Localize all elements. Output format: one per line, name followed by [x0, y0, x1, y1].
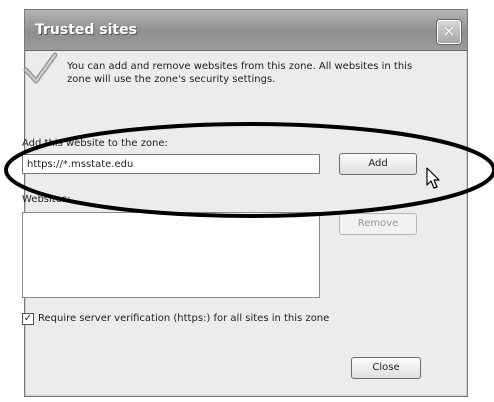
mouse-pointer-icon — [426, 167, 440, 189]
close-button[interactable]: Close — [351, 357, 421, 379]
checkbox-check-icon: ✓ — [23, 313, 33, 324]
title-close-button[interactable]: ✕ — [437, 20, 461, 44]
add-website-label: Add this website to the zone: — [22, 138, 168, 149]
dialog-title: Trusted sites — [35, 22, 137, 38]
title-bar: Trusted sites ✕ — [25, 10, 467, 51]
require-https-checkbox[interactable]: ✓ — [22, 313, 34, 325]
checkmark-icon — [23, 52, 58, 84]
add-button[interactable]: Add — [339, 153, 417, 175]
info-text: You can add and remove websites from thi… — [67, 61, 413, 85]
websites-list[interactable] — [22, 212, 320, 298]
websites-label: Websites: — [22, 194, 71, 205]
website-url-input[interactable] — [22, 154, 320, 174]
remove-button[interactable]: Remove — [339, 213, 417, 235]
require-https-label: Require server verification (https:) for… — [38, 313, 330, 324]
close-icon: ✕ — [442, 22, 456, 41]
